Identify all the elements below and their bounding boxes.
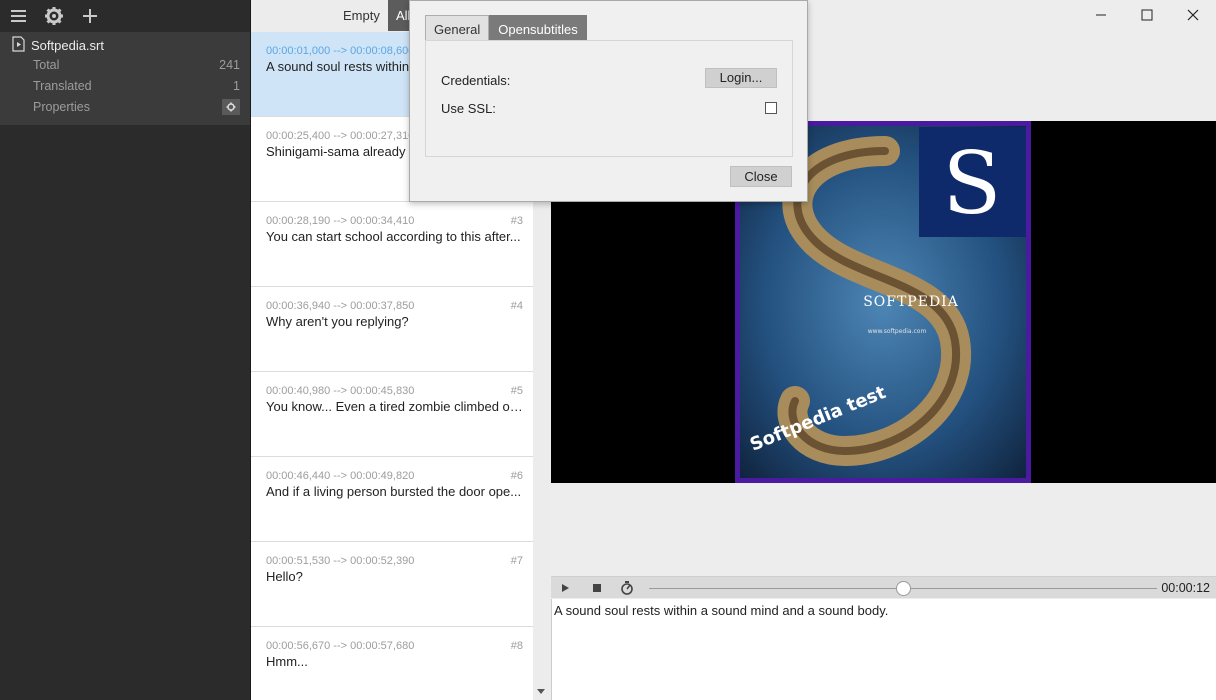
subtitle-text: Hello? [266, 569, 303, 584]
tab-opensubtitles[interactable]: Opensubtitles [489, 15, 587, 40]
close-icon[interactable] [1170, 0, 1216, 30]
player-controls: 00:00:12 [551, 576, 1216, 598]
login-button[interactable]: Login... [705, 68, 777, 88]
subtitle-number: #5 [510, 385, 523, 397]
dialog-tab-bar: General Opensubtitles [425, 15, 587, 40]
stat-translated: Translated 1 [33, 77, 240, 95]
maximize-icon[interactable] [1124, 0, 1170, 30]
credentials-label: Credentials: [441, 73, 511, 88]
sidebar-toolbar [0, 0, 250, 32]
subtitle-time: 00:00:28,190 --> 00:00:34,410 [266, 215, 415, 227]
gear-icon[interactable] [44, 6, 64, 26]
stat-properties: Properties [33, 98, 240, 116]
subtitle-row[interactable]: 00:00:51,530 --> 00:00:52,390 #7 Hello? [251, 542, 533, 627]
tab-general[interactable]: General [425, 15, 490, 40]
ssl-checkbox[interactable] [765, 102, 777, 114]
subtitle-time: 00:00:01,000 --> 00:00:08,600 [266, 45, 415, 57]
stat-label: Total [33, 58, 60, 72]
subtitle-row[interactable]: 00:00:40,980 --> 00:00:45,830 #5 You kno… [251, 372, 533, 457]
speed-icon[interactable] [615, 577, 639, 599]
file-panel: Softpedia.srt Total 241 Translated 1 Pro… [0, 32, 250, 125]
scroll-down-arrow-icon[interactable] [537, 689, 545, 694]
file-play-icon [12, 35, 25, 55]
properties-button[interactable] [222, 99, 240, 115]
play-icon[interactable] [553, 577, 577, 599]
subtitle-number: #6 [510, 470, 523, 482]
ssl-label: Use SSL: [441, 101, 496, 116]
subtitle-time: 00:00:25,400 --> 00:00:27,310 [266, 130, 415, 142]
opensubtitles-panel: Credentials: Login... Use SSL: [425, 40, 793, 157]
subtitle-number: #7 [510, 555, 523, 567]
filter-empty-tab[interactable]: Empty [343, 8, 380, 23]
sidebar: Softpedia.srt Total 241 Translated 1 Pro… [0, 0, 251, 700]
logo-letter: S [943, 134, 1002, 234]
file-entry[interactable]: Softpedia.srt [12, 35, 104, 55]
stat-value: 1 [233, 79, 240, 93]
gear-icon [226, 102, 236, 112]
minimize-icon[interactable] [1078, 0, 1124, 30]
stat-label: Properties [33, 100, 90, 114]
close-button[interactable]: Close [730, 166, 792, 187]
subtitle-number: #3 [510, 215, 523, 227]
stat-total: Total 241 [33, 56, 240, 74]
settings-dialog: General Opensubtitles Credentials: Login… [409, 0, 808, 202]
video-url: www.softpedia.com [868, 328, 927, 335]
window-controls [1078, 0, 1216, 30]
subtitle-text: You know... Even a tired zombie climbed … [266, 399, 524, 414]
current-time: 00:00:12 [1161, 581, 1210, 595]
subtitle-text: Hmm... [266, 654, 308, 669]
subtitle-time: 00:00:40,980 --> 00:00:45,830 [266, 385, 415, 397]
subtitle-editor[interactable]: A sound soul rests within a sound mind a… [551, 599, 1216, 700]
video-title: SOFTPEDIA [863, 294, 959, 310]
subtitle-row[interactable]: 00:00:28,190 --> 00:00:34,410 #3 You can… [251, 202, 533, 287]
subtitle-row[interactable]: 00:00:36,940 --> 00:00:37,850 #4 Why are… [251, 287, 533, 372]
stat-value: 241 [219, 58, 240, 72]
seek-handle[interactable] [895, 581, 911, 596]
menu-icon[interactable] [9, 6, 29, 26]
subtitle-row[interactable]: 00:00:46,440 --> 00:00:49,820 #6 And if … [251, 457, 533, 542]
plus-icon[interactable] [80, 6, 100, 26]
subtitle-number: #4 [510, 300, 523, 312]
subtitle-row[interactable]: 00:00:56,670 --> 00:00:57,680 #8 Hmm... [251, 627, 533, 700]
subtitle-text: Why aren't you replying? [266, 314, 409, 329]
subtitle-time: 00:00:56,670 --> 00:00:57,680 [266, 640, 415, 652]
subtitle-time: 00:00:46,440 --> 00:00:49,820 [266, 470, 415, 482]
subtitle-time: 00:00:51,530 --> 00:00:52,390 [266, 555, 415, 567]
subtitle-text: You can start school according to this a… [266, 229, 521, 244]
stat-label: Translated [33, 79, 92, 93]
subtitle-time: 00:00:36,940 --> 00:00:37,850 [266, 300, 415, 312]
subtitle-number: #8 [510, 640, 523, 652]
subtitle-text: And if a living person bursted the door … [266, 484, 522, 499]
file-name: Softpedia.srt [31, 37, 104, 53]
stop-icon[interactable] [585, 577, 609, 599]
editor-text[interactable]: A sound soul rests within a sound mind a… [554, 603, 888, 618]
